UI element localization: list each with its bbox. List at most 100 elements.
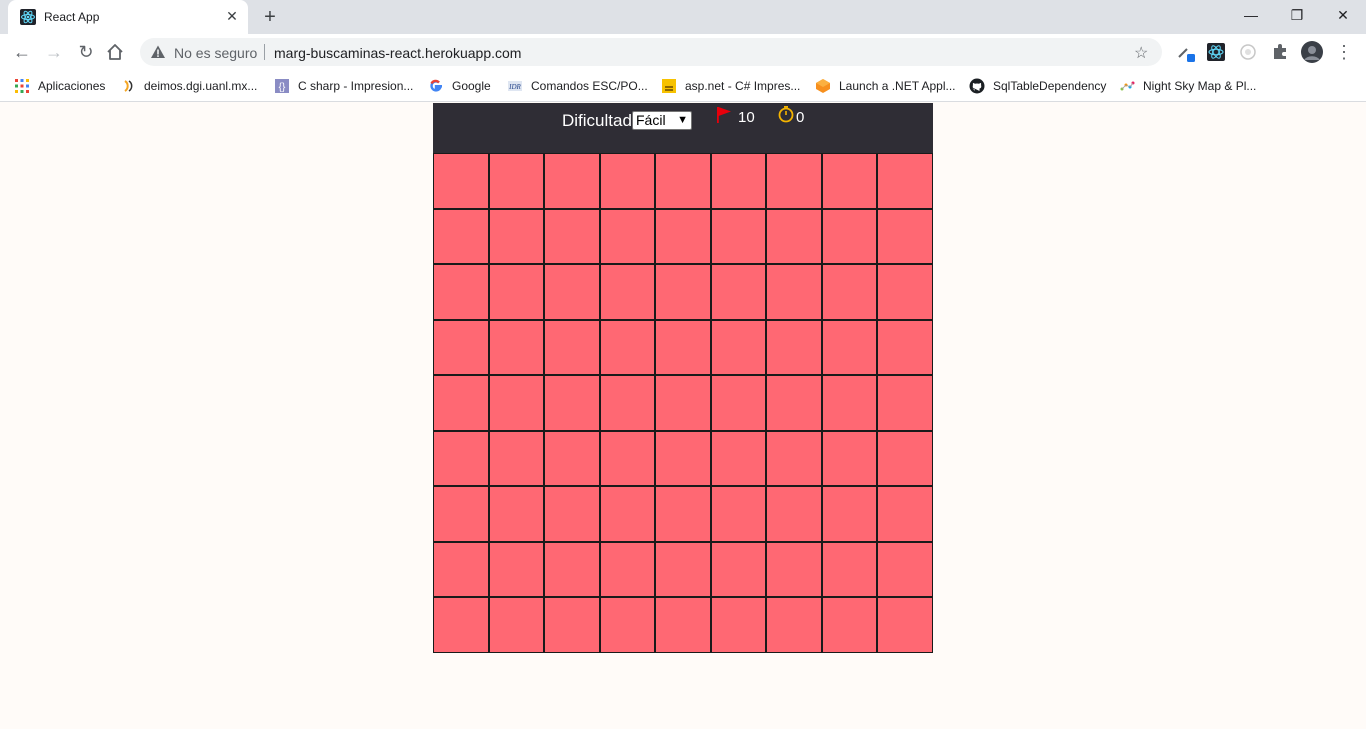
home-icon[interactable]: [106, 43, 124, 61]
board-cell[interactable]: [656, 154, 710, 208]
board-cell[interactable]: [878, 320, 932, 375]
board-cell[interactable]: [656, 265, 710, 319]
bookmark-star-icon[interactable]: ☆: [1134, 43, 1148, 63]
board-cell[interactable]: [822, 265, 877, 319]
board-cell[interactable]: [656, 487, 710, 541]
tab-close-icon[interactable]: ✕: [224, 8, 240, 24]
board-cell[interactable]: [434, 154, 488, 208]
forward-arrow-icon[interactable]: →: [42, 40, 66, 64]
board-cell[interactable]: [878, 487, 932, 541]
board-cell[interactable]: [434, 209, 488, 264]
close-window-button[interactable]: ✕: [1320, 0, 1366, 32]
board-cell[interactable]: [434, 487, 488, 541]
board-cell[interactable]: [767, 487, 821, 541]
board-cell[interactable]: [767, 320, 821, 375]
react-devtools-icon[interactable]: [1206, 42, 1226, 62]
board-cell[interactable]: [711, 598, 766, 652]
board-cell[interactable]: [545, 487, 599, 541]
board-cell[interactable]: [489, 209, 544, 264]
board-cell[interactable]: [822, 487, 877, 541]
board-cell[interactable]: [767, 154, 821, 208]
bookmark-google[interactable]: Google: [428, 76, 491, 96]
eyedropper-extension-icon[interactable]: [1176, 42, 1196, 62]
board-cell[interactable]: [545, 542, 599, 597]
bookmark-comandos[interactable]: IDR Comandos ESC/PO...: [507, 76, 648, 96]
board-cell[interactable]: [545, 431, 599, 486]
board-cell[interactable]: [545, 265, 599, 319]
board-cell[interactable]: [545, 154, 599, 208]
new-tab-button[interactable]: +: [258, 5, 282, 29]
bookmark-sqltable[interactable]: SqlTableDependency: [969, 76, 1106, 96]
board-cell[interactable]: [489, 598, 544, 652]
board-cell[interactable]: [600, 598, 655, 652]
board-cell[interactable]: [489, 376, 544, 430]
board-cell[interactable]: [878, 209, 932, 264]
board-cell[interactable]: [767, 431, 821, 486]
bookmark-deimos[interactable]: deimos.dgi.uanl.mx...: [120, 76, 257, 96]
menu-dots-icon[interactable]: ⋮: [1332, 40, 1356, 64]
board-cell[interactable]: [878, 376, 932, 430]
profile-avatar[interactable]: [1301, 41, 1323, 63]
board-cell[interactable]: [711, 154, 766, 208]
board-cell[interactable]: [545, 598, 599, 652]
board-cell[interactable]: [656, 320, 710, 375]
board-cell[interactable]: [822, 320, 877, 375]
board-cell[interactable]: [711, 320, 766, 375]
board-cell[interactable]: [489, 154, 544, 208]
board-cell[interactable]: [600, 376, 655, 430]
board-cell[interactable]: [489, 265, 544, 319]
board-cell[interactable]: [878, 154, 932, 208]
reload-icon[interactable]: ↻: [74, 40, 98, 64]
bookmark-night-sky[interactable]: Night Sky Map & Pl...: [1119, 76, 1256, 96]
board-cell[interactable]: [711, 487, 766, 541]
board-cell[interactable]: [767, 542, 821, 597]
board-cell[interactable]: [711, 209, 766, 264]
board-cell[interactable]: [489, 431, 544, 486]
board-cell[interactable]: [545, 376, 599, 430]
board-cell[interactable]: [434, 542, 488, 597]
board-cell[interactable]: [767, 376, 821, 430]
bookmark-launch-net[interactable]: Launch a .NET Appl...: [815, 76, 956, 96]
board-cell[interactable]: [767, 265, 821, 319]
board-cell[interactable]: [878, 431, 932, 486]
board-cell[interactable]: [711, 431, 766, 486]
minimize-button[interactable]: —: [1228, 0, 1274, 32]
warning-icon[interactable]: [150, 44, 166, 60]
bookmark-apps[interactable]: Aplicaciones: [14, 76, 105, 96]
board-cell[interactable]: [822, 431, 877, 486]
board-cell[interactable]: [600, 431, 655, 486]
back-arrow-icon[interactable]: ←: [10, 40, 34, 64]
bookmark-csharp[interactable]: {} C sharp - Impresion...: [274, 76, 413, 96]
difficulty-select[interactable]: Fácil ▼: [632, 111, 692, 130]
board-cell[interactable]: [656, 431, 710, 486]
board-cell[interactable]: [878, 542, 932, 597]
board-cell[interactable]: [600, 542, 655, 597]
board-cell[interactable]: [489, 542, 544, 597]
board-cell[interactable]: [434, 265, 488, 319]
board-cell[interactable]: [822, 542, 877, 597]
board-cell[interactable]: [822, 598, 877, 652]
bookmark-aspnet[interactable]: asp.net - C# Impres...: [661, 76, 800, 96]
board-cell[interactable]: [767, 598, 821, 652]
url-text[interactable]: marg-buscaminas-react.herokuapp.com: [274, 45, 521, 61]
board-cell[interactable]: [489, 487, 544, 541]
board-cell[interactable]: [656, 598, 710, 652]
board-cell[interactable]: [434, 598, 488, 652]
board-cell[interactable]: [434, 376, 488, 430]
board-cell[interactable]: [878, 265, 932, 319]
board-cell[interactable]: [600, 320, 655, 375]
address-bar[interactable]: No es seguro marg-buscaminas-react.herok…: [140, 38, 1162, 66]
board-cell[interactable]: [434, 431, 488, 486]
board-cell[interactable]: [656, 209, 710, 264]
board-cell[interactable]: [878, 598, 932, 652]
board-cell[interactable]: [711, 542, 766, 597]
board-cell[interactable]: [600, 209, 655, 264]
board-cell[interactable]: [600, 154, 655, 208]
security-status[interactable]: No es seguro: [174, 45, 257, 61]
puzzle-extensions-icon[interactable]: [1270, 42, 1290, 62]
board-cell[interactable]: [545, 320, 599, 375]
board-cell[interactable]: [600, 487, 655, 541]
board-cell[interactable]: [822, 209, 877, 264]
restore-button[interactable]: ❐: [1274, 0, 1320, 32]
board-cell[interactable]: [656, 542, 710, 597]
